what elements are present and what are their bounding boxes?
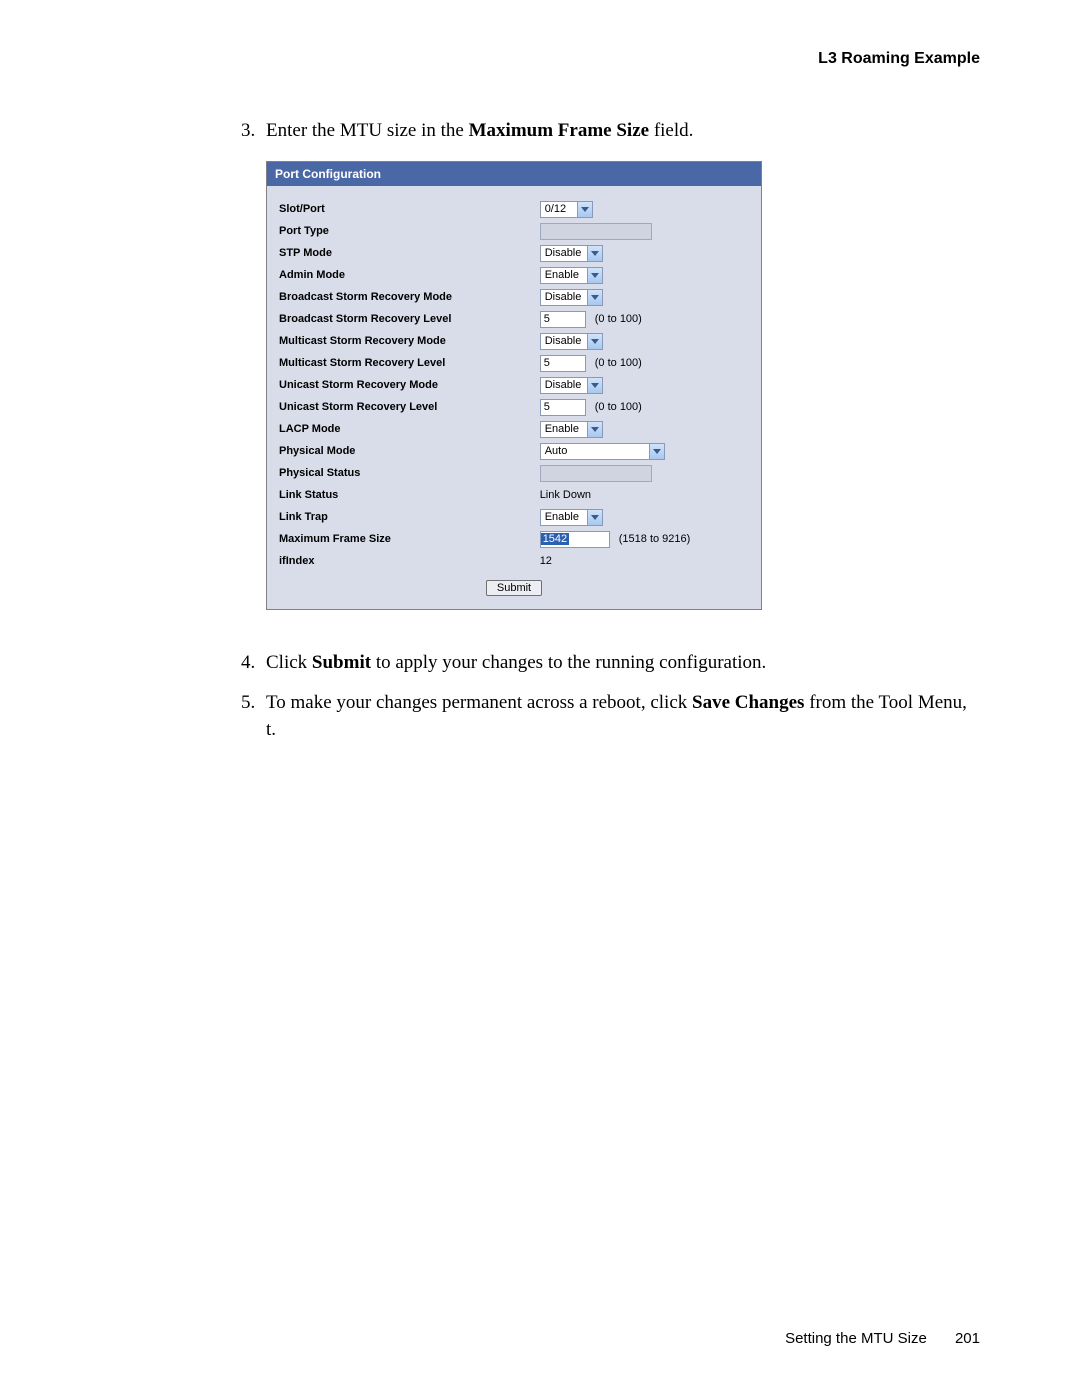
- label-lacp-mode: LACP Mode: [277, 418, 538, 440]
- chevron-down-icon: [588, 245, 603, 262]
- chevron-down-icon: [588, 421, 603, 438]
- port-configuration-panel: Port Configuration Slot/Port 0/12: [266, 161, 762, 610]
- label-mcast-level: Multicast Storm Recovery Level: [277, 352, 538, 374]
- select-slot-port[interactable]: 0/12: [540, 201, 593, 218]
- submit-button[interactable]: Submit: [486, 580, 542, 596]
- select-lacp-mode[interactable]: Enable: [540, 421, 603, 438]
- page-footer: Setting the MTU Size 201: [785, 1330, 980, 1347]
- step-3-bold: Maximum Frame Size: [469, 120, 649, 141]
- footer-page-number: 201: [955, 1330, 980, 1347]
- input-max-frame[interactable]: 1542: [540, 531, 610, 548]
- chevron-down-icon: [588, 509, 603, 526]
- label-mcast-mode: Multicast Storm Recovery Mode: [277, 330, 538, 352]
- select-value: Disable: [540, 333, 588, 350]
- step-5-bold: Save Changes: [692, 692, 804, 713]
- step-4: Click Submit to apply your changes to th…: [260, 650, 980, 677]
- link-status-value: Link Down: [540, 489, 591, 501]
- hint-mcast-level: (0 to 100): [595, 357, 642, 369]
- label-bcast-level: Broadcast Storm Recovery Level: [277, 308, 538, 330]
- select-value: Enable: [540, 509, 588, 526]
- step-4-text-post: to apply your changes to the running con…: [371, 652, 766, 673]
- chevron-down-icon: [588, 289, 603, 306]
- footer-section: Setting the MTU Size: [785, 1330, 927, 1347]
- select-admin-mode[interactable]: Enable: [540, 267, 603, 284]
- ifindex-value: 12: [540, 555, 552, 567]
- select-value: Enable: [540, 421, 588, 438]
- label-stp-mode: STP Mode: [277, 242, 538, 264]
- port-type-field: [540, 223, 652, 240]
- label-slot-port: Slot/Port: [277, 198, 538, 220]
- chevron-down-icon: [588, 333, 603, 350]
- hint-ucast-level: (0 to 100): [595, 401, 642, 413]
- label-max-frame: Maximum Frame Size: [277, 528, 538, 550]
- input-mcast-level[interactable]: 5: [540, 355, 586, 372]
- hint-max-frame: (1518 to 9216): [619, 533, 691, 545]
- hint-bcast-level: (0 to 100): [595, 313, 642, 325]
- phys-status-field: [540, 465, 652, 482]
- label-phys-status: Physical Status: [277, 462, 538, 484]
- select-value: Auto: [540, 443, 650, 460]
- max-frame-value: 1542: [541, 533, 569, 545]
- select-value: 0/12: [540, 201, 578, 218]
- select-mcast-mode[interactable]: Disable: [540, 333, 603, 350]
- select-ucast-mode[interactable]: Disable: [540, 377, 603, 394]
- label-admin-mode: Admin Mode: [277, 264, 538, 286]
- label-link-trap: Link Trap: [277, 506, 538, 528]
- select-value: Disable: [540, 377, 588, 394]
- step-4-text-pre: Click: [266, 652, 312, 673]
- step-3: Enter the MTU size in the Maximum Frame …: [260, 118, 980, 610]
- select-link-trap[interactable]: Enable: [540, 509, 603, 526]
- select-bcast-mode[interactable]: Disable: [540, 289, 603, 306]
- step-4-bold: Submit: [312, 652, 371, 673]
- instruction-list: Enter the MTU size in the Maximum Frame …: [100, 118, 980, 744]
- select-value: Disable: [540, 289, 588, 306]
- input-bcast-level[interactable]: 5: [540, 311, 586, 328]
- chevron-down-icon: [588, 267, 603, 284]
- panel-title: Port Configuration: [267, 162, 761, 187]
- select-stp-mode[interactable]: Disable: [540, 245, 603, 262]
- page-header: L3 Roaming Example: [100, 50, 980, 68]
- step-3-text-post: field.: [649, 120, 693, 141]
- label-ucast-mode: Unicast Storm Recovery Mode: [277, 374, 538, 396]
- label-ucast-level: Unicast Storm Recovery Level: [277, 396, 538, 418]
- select-phys-mode[interactable]: Auto: [540, 443, 665, 460]
- select-value: Disable: [540, 245, 588, 262]
- label-ifindex: ifIndex: [277, 550, 538, 572]
- config-table: Slot/Port 0/12 Port Type: [277, 198, 751, 572]
- select-value: Enable: [540, 267, 588, 284]
- chevron-down-icon: [588, 377, 603, 394]
- label-phys-mode: Physical Mode: [277, 440, 538, 462]
- step-5-text-pre: To make your changes permanent across a …: [266, 692, 692, 713]
- step-5: To make your changes permanent across a …: [260, 690, 980, 743]
- label-port-type: Port Type: [277, 220, 538, 242]
- chevron-down-icon: [650, 443, 665, 460]
- step-3-text-pre: Enter the MTU size in the: [266, 120, 469, 141]
- label-bcast-mode: Broadcast Storm Recovery Mode: [277, 286, 538, 308]
- chevron-down-icon: [578, 201, 593, 218]
- input-ucast-level[interactable]: 5: [540, 399, 586, 416]
- label-link-status: Link Status: [277, 484, 538, 506]
- header-title: L3 Roaming Example: [818, 50, 980, 67]
